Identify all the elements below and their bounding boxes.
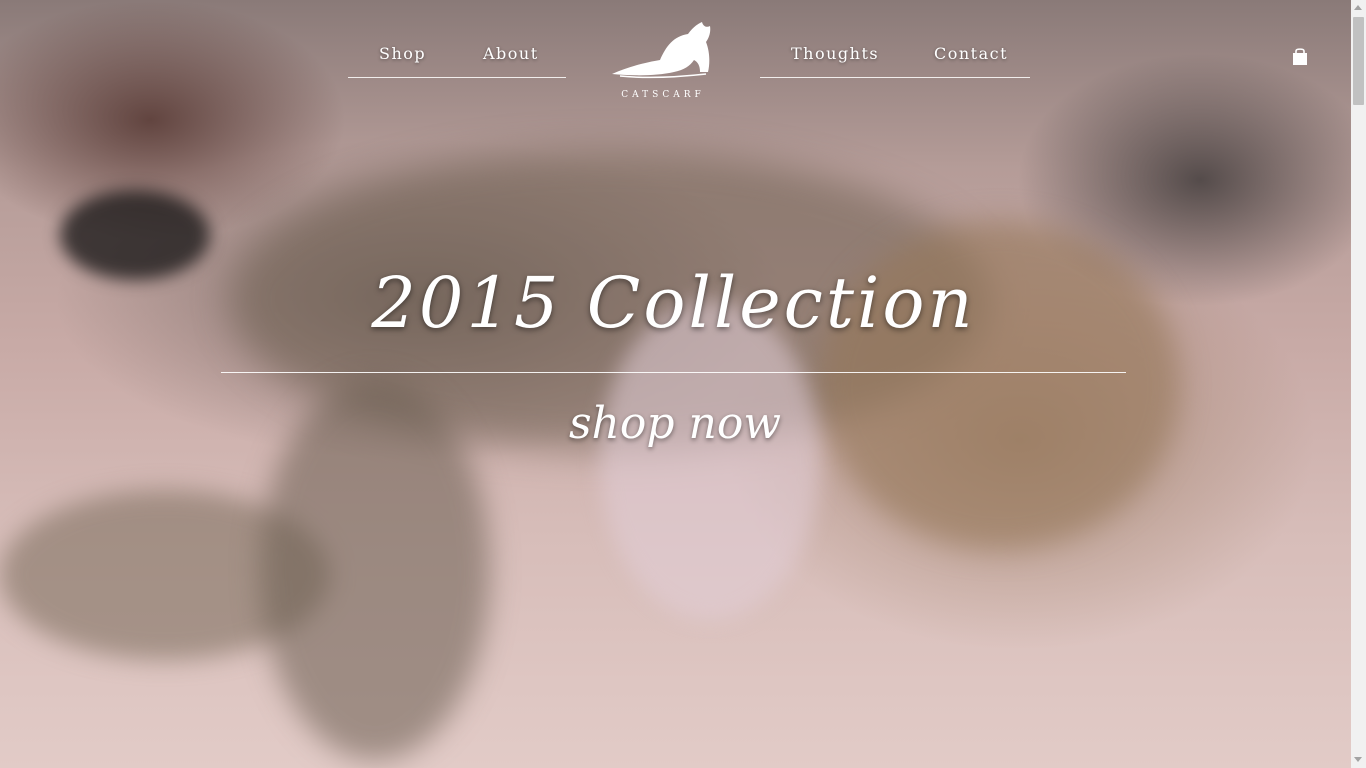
scroll-down-icon[interactable] bbox=[1354, 757, 1362, 762]
hero-divider bbox=[221, 372, 1126, 373]
scarf-shape bbox=[600, 300, 820, 620]
page: Shop About Thoughts Contact CATSCARF 201… bbox=[0, 0, 1366, 768]
scrollbar-thumb[interactable] bbox=[1353, 17, 1364, 105]
shopping-bag-icon[interactable] bbox=[1290, 46, 1310, 66]
cat-with-scarf-logo-icon bbox=[612, 22, 711, 79]
catscarf-logo[interactable]: CATSCARF bbox=[610, 16, 716, 106]
logo-text: CATSCARF bbox=[621, 90, 705, 100]
cat-leg-shape bbox=[260, 380, 490, 760]
nav-contact[interactable]: Contact bbox=[934, 44, 1008, 63]
nav-left-divider bbox=[348, 77, 566, 78]
scroll-up-icon[interactable] bbox=[1354, 5, 1362, 10]
hero-headline: 2015 Collection bbox=[371, 262, 976, 344]
nav-about[interactable]: About bbox=[483, 44, 539, 63]
nav-right-divider bbox=[760, 77, 1030, 78]
shop-now-link[interactable]: shop now bbox=[545, 398, 805, 449]
cat-tail-shape bbox=[60, 190, 210, 280]
vertical-scrollbar[interactable] bbox=[1351, 0, 1366, 768]
hero-image bbox=[0, 0, 1351, 768]
nav-shop[interactable]: Shop bbox=[379, 44, 426, 63]
nav-thoughts[interactable]: Thoughts bbox=[791, 44, 879, 63]
